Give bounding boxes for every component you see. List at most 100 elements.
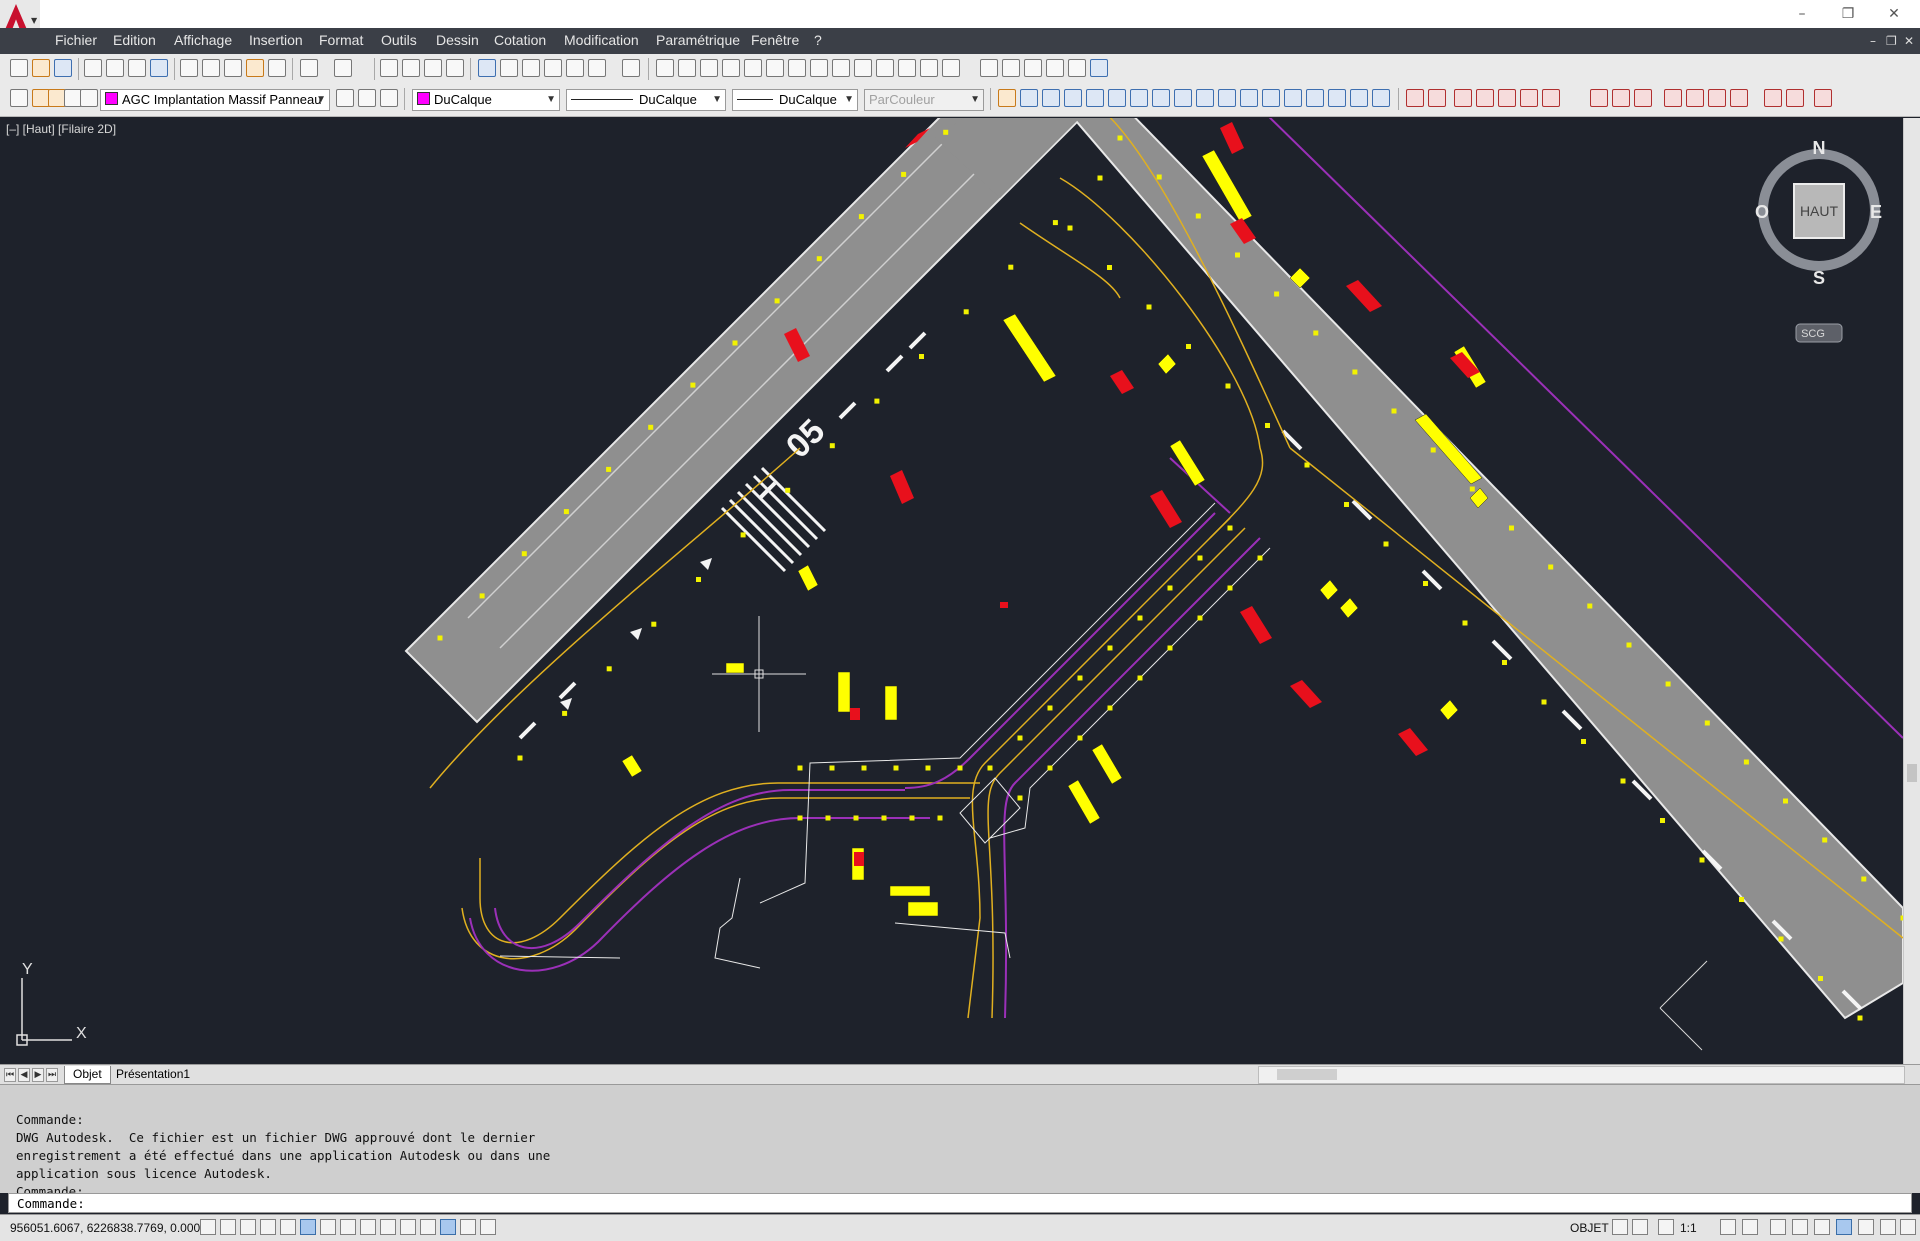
scrollbar-thumb[interactable] xyxy=(1277,1069,1337,1080)
lineweight-dropdown[interactable]: DuCalque ▼ xyxy=(732,89,858,111)
grid-icon[interactable] xyxy=(240,1219,256,1235)
selection-cycling-icon[interactable] xyxy=(460,1219,476,1235)
menu-insertion[interactable]: Insertion xyxy=(249,32,303,48)
snap-from-icon[interactable] xyxy=(1428,89,1446,107)
compass-east[interactable]: E xyxy=(1870,202,1882,222)
drawing-canvas[interactable]: 05 Y X HAUT N S E O SCG xyxy=(0,118,1903,1064)
layer-previous-icon[interactable] xyxy=(358,89,376,107)
color-dropdown[interactable]: DuCalque ▼ xyxy=(412,89,560,111)
plot-icon[interactable] xyxy=(84,59,102,77)
workspace-gear-icon[interactable] xyxy=(1770,1219,1786,1235)
spline-icon[interactable] xyxy=(832,59,850,77)
quick-view-drawings-icon[interactable] xyxy=(1632,1219,1648,1235)
drawing-minimize-button[interactable]: – xyxy=(1870,34,1876,48)
drawing-close-button[interactable]: ✕ xyxy=(1904,34,1914,48)
quick-view-layouts-icon[interactable] xyxy=(1612,1219,1628,1235)
table-icon[interactable] xyxy=(1046,59,1064,77)
snap-mode-icon[interactable] xyxy=(220,1219,236,1235)
layer-state-icon[interactable] xyxy=(380,89,398,107)
gradient-icon[interactable] xyxy=(1002,59,1020,77)
arc-icon[interactable] xyxy=(766,59,784,77)
3d-osnap-icon[interactable] xyxy=(320,1219,336,1235)
linetype-dropdown[interactable]: DuCalque ▼ xyxy=(566,89,726,111)
point-icon[interactable] xyxy=(942,59,960,77)
erase-icon[interactable] xyxy=(998,89,1016,107)
viewport-controls-label[interactable]: [–] [Haut] [Filaire 2D] xyxy=(6,122,116,136)
pan-icon[interactable] xyxy=(380,59,398,77)
restore-button[interactable]: ❐ xyxy=(1836,4,1860,24)
viewcube[interactable]: HAUT N S E O SCG xyxy=(1755,138,1882,343)
close-button[interactable]: ✕ xyxy=(1882,4,1906,24)
annotation-visibility-icon[interactable] xyxy=(1720,1219,1736,1235)
plotstyle-dropdown[interactable]: ParCouleur ▼ xyxy=(864,89,984,111)
transparency-icon[interactable] xyxy=(420,1219,436,1235)
make-block-icon[interactable] xyxy=(920,59,938,77)
tab-presentation1[interactable]: Présentation1 xyxy=(108,1066,198,1083)
model-viewport[interactable]: 05 Y X HAUT N S E O SCG [–] [Haut] [Fila… xyxy=(0,118,1903,1064)
minimize-button[interactable]: – xyxy=(1790,4,1814,24)
circle-icon[interactable] xyxy=(788,59,806,77)
object-snap-icon[interactable] xyxy=(300,1219,316,1235)
revision-cloud-icon[interactable] xyxy=(810,59,828,77)
lightbulb-icon[interactable] xyxy=(1858,1219,1874,1235)
add-selected-icon[interactable] xyxy=(1090,59,1108,77)
polyline-icon[interactable] xyxy=(700,59,718,77)
snap-intersection-icon[interactable] xyxy=(1498,89,1516,107)
rotate-icon[interactable] xyxy=(1130,89,1148,107)
menu-help[interactable]: ? xyxy=(814,32,822,48)
copy-icon[interactable] xyxy=(202,59,220,77)
snap-parallel-icon[interactable] xyxy=(1686,89,1704,107)
command-input[interactable]: Commande: xyxy=(8,1193,1912,1213)
lock-ui-icon[interactable] xyxy=(1792,1219,1808,1235)
snap-center-icon[interactable] xyxy=(1590,89,1608,107)
polygon-icon[interactable] xyxy=(722,59,740,77)
3d-dwf-icon[interactable] xyxy=(150,59,168,77)
block-editor-icon[interactable] xyxy=(268,59,286,77)
explode-icon[interactable] xyxy=(1372,89,1390,107)
tool-palettes-icon[interactable] xyxy=(522,59,540,77)
annotation-monitor-icon[interactable] xyxy=(480,1219,496,1235)
new-file-icon[interactable] xyxy=(10,59,28,77)
design-center-icon[interactable] xyxy=(500,59,518,77)
snap-tangent-icon[interactable] xyxy=(1634,89,1652,107)
tab-objet[interactable]: Objet xyxy=(64,1066,111,1084)
snap-apparent-intersect-icon[interactable] xyxy=(1520,89,1538,107)
menu-format[interactable]: Format xyxy=(319,32,363,48)
clean-screen-icon[interactable] xyxy=(1900,1219,1916,1235)
region-icon[interactable] xyxy=(1024,59,1042,77)
hatch-icon[interactable] xyxy=(980,59,998,77)
snap-node-icon[interactable] xyxy=(1730,89,1748,107)
blend-curves-icon[interactable] xyxy=(1350,89,1368,107)
compass-west[interactable]: O xyxy=(1755,202,1769,222)
sheet-set-icon[interactable] xyxy=(544,59,562,77)
match-properties-icon[interactable] xyxy=(246,59,264,77)
ellipse-icon[interactable] xyxy=(854,59,872,77)
move-icon[interactable] xyxy=(1108,89,1126,107)
break-icon[interactable] xyxy=(1262,89,1280,107)
snap-perpendicular-icon[interactable] xyxy=(1664,89,1682,107)
menu-modification[interactable]: Modification xyxy=(564,32,639,48)
menu-dessin[interactable]: Dessin xyxy=(436,32,479,48)
save-icon[interactable] xyxy=(54,59,72,77)
last-tab-icon[interactable]: ⏭ xyxy=(46,1068,58,1082)
menu-outils[interactable]: Outils xyxy=(381,32,417,48)
zoom-previous-icon[interactable] xyxy=(446,59,464,77)
magnet-icon[interactable] xyxy=(1814,89,1832,107)
fillet-icon[interactable] xyxy=(1328,89,1346,107)
osnap-settings-icon[interactable] xyxy=(1786,89,1804,107)
trim-icon[interactable] xyxy=(1196,89,1214,107)
copy-object-icon[interactable] xyxy=(1020,89,1038,107)
dynamic-input-icon[interactable] xyxy=(380,1219,396,1235)
auto-scale-icon[interactable] xyxy=(1742,1219,1758,1235)
vertical-scrollbar[interactable] xyxy=(1903,118,1920,1064)
next-tab-icon[interactable]: ▶ xyxy=(32,1068,44,1082)
markup-icon[interactable] xyxy=(566,59,584,77)
snap-quadrant-icon[interactable] xyxy=(1612,89,1630,107)
offset-icon[interactable] xyxy=(1064,89,1082,107)
menu-fenetre[interactable]: Fenêtre xyxy=(751,32,799,48)
menu-parametrique[interactable]: Paramétrique xyxy=(656,32,740,48)
menu-cotation[interactable]: Cotation xyxy=(494,32,546,48)
publish-icon[interactable] xyxy=(128,59,146,77)
osnap-tracking-icon[interactable] xyxy=(340,1219,356,1235)
snap-midpoint-icon[interactable] xyxy=(1476,89,1494,107)
